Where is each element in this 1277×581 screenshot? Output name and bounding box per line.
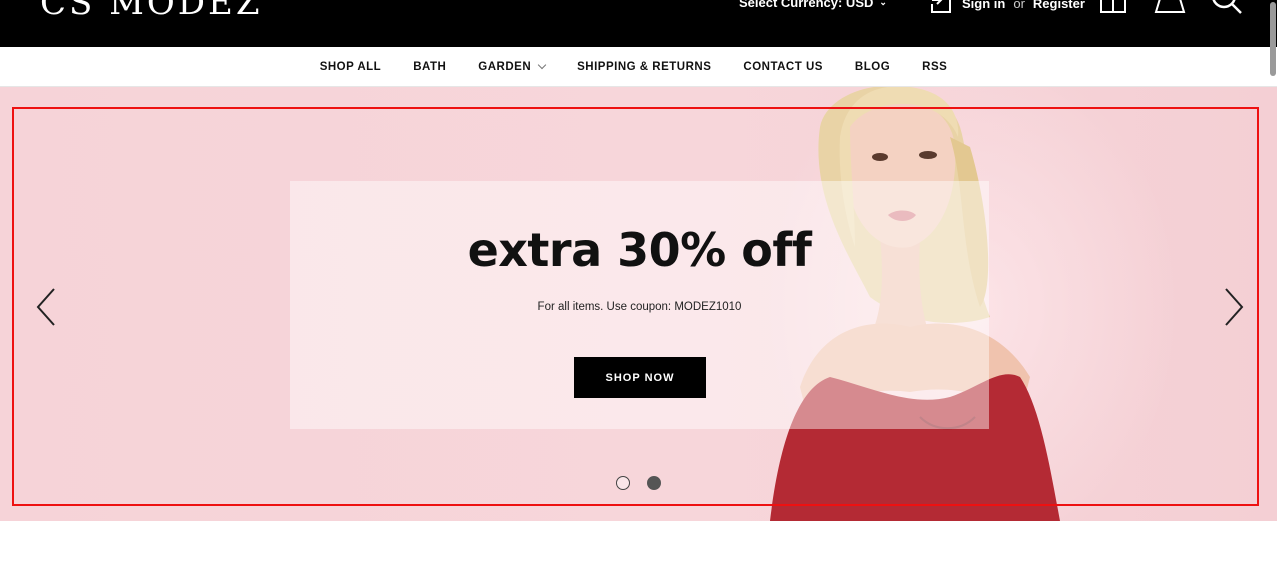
page-scrollbar[interactable] [1269,0,1277,581]
hero-slideshow[interactable]: extra 30% off For all items. Use coupon:… [0,87,1277,521]
currency-label: Select Currency: USD [739,0,874,10]
chevron-down-icon: ⌄ [879,0,887,7]
register-link[interactable]: Register [1033,0,1085,11]
account-links: Sign in or Register [928,0,1085,16]
nav-list: SHOP ALL BATH GARDEN SHIPPING & RETURNS … [0,47,1277,87]
nav-label: BATH [413,61,447,73]
currency-selector[interactable]: Select Currency: USD ⌄ [739,0,887,10]
nav-item-contact-us[interactable]: CONTACT US [743,61,823,73]
nav-item-shipping-returns[interactable]: SHIPPING & RETURNS [577,61,711,73]
slide-dot-1[interactable] [616,476,630,490]
promo-subtitle: For all items. Use coupon: MODEZ1010 [537,301,742,313]
nav-item-blog[interactable]: BLOG [855,61,890,73]
gift-icon[interactable] [1099,0,1127,14]
nav-label: SHIPPING & RETURNS [577,61,712,73]
slide-dot-2[interactable] [647,476,661,490]
shop-now-button[interactable]: SHOP NOW [574,357,706,398]
sign-in-link[interactable]: Sign in [962,0,1005,11]
bag-icon[interactable] [1153,0,1187,14]
promo-title: extra 30% off [467,223,812,277]
promo-box: extra 30% off For all items. Use coupon:… [290,181,989,429]
sign-in-icon[interactable] [928,0,954,16]
nav-item-shop-all[interactable]: SHOP ALL [320,61,382,73]
chevron-left-icon [34,287,58,327]
nav-label: BLOG [854,61,891,73]
nav-item-bath[interactable]: BATH [413,61,446,73]
chevron-down-icon [537,60,547,70]
previous-slide-button[interactable] [34,287,58,327]
store-logo[interactable]: CS MODEZ [40,0,263,20]
nav-label: CONTACT US [743,61,823,73]
search-icon[interactable] [1210,0,1244,16]
nav-label: RSS [922,61,948,73]
nav-item-rss[interactable]: RSS [922,61,947,73]
nav-label: GARDEN [478,61,532,73]
scrollbar-thumb[interactable] [1270,2,1276,76]
main-navigation: SHOP ALL BATH GARDEN SHIPPING & RETURNS … [0,47,1277,87]
top-header: CS MODEZ Select Currency: USD ⌄ Sign in … [0,0,1277,47]
next-slide-button[interactable] [1222,287,1246,327]
slide-indicators [616,476,661,490]
chevron-right-icon [1222,287,1246,327]
nav-item-garden[interactable]: GARDEN [478,60,547,73]
nav-label: SHOP ALL [319,61,382,73]
or-text: or [1013,0,1025,11]
